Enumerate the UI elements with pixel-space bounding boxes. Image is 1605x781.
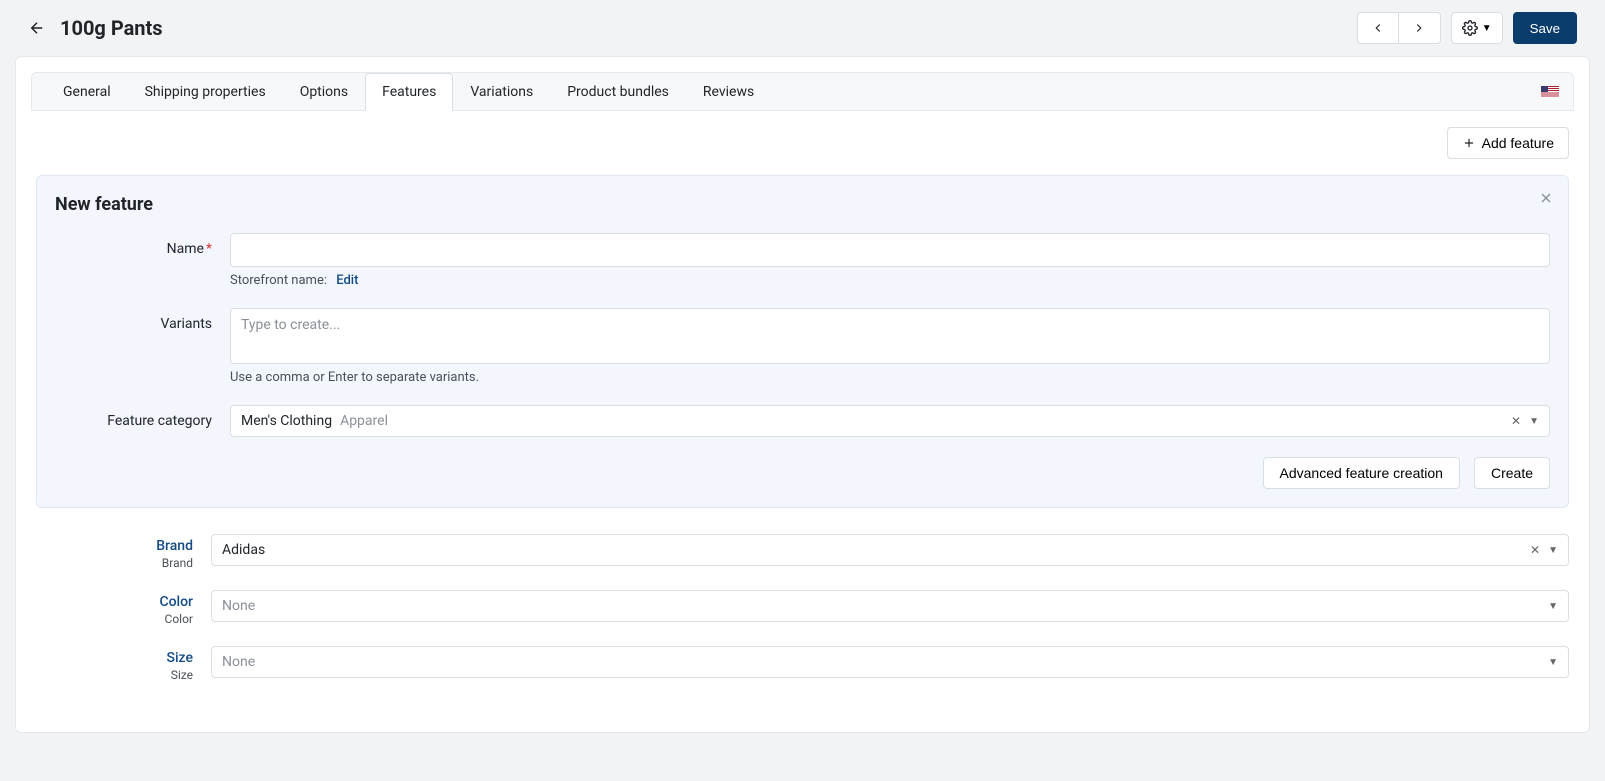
main-card: GeneralShipping propertiesOptionsFeature… [15,56,1590,733]
back-button[interactable] [28,19,46,37]
feature-select-color[interactable]: None ▼ [211,590,1569,622]
feature-row-brand: Brand Brand Adidas ✕ ▼ [36,534,1569,570]
plus-icon [1462,136,1476,150]
chevron-right-icon [1412,21,1426,35]
feature-row-color: Color Color None ▼ [36,590,1569,626]
next-button[interactable] [1399,12,1441,44]
close-icon [1538,190,1554,206]
feature-row-size: Size Size None ▼ [36,646,1569,682]
tabs-container: GeneralShipping propertiesOptionsFeature… [46,73,771,110]
feature-select-brand[interactable]: Adidas ✕ ▼ [211,534,1569,566]
panel-title: New feature [55,194,1550,215]
page-header: 100g Pants ▼ Save [0,0,1605,56]
feature-label-link-size[interactable]: Size [36,650,193,666]
clear-category-icon[interactable]: ✕ [1511,414,1521,428]
gear-icon [1462,20,1478,36]
close-panel-button[interactable] [1538,190,1554,210]
clear-value-icon[interactable]: ✕ [1530,543,1540,557]
category-value: Men's Clothing [241,413,332,429]
feature-label-sub: Brand [36,556,193,570]
category-parent: Apparel [340,413,388,429]
variants-label: Variants [55,308,230,332]
name-input[interactable] [230,233,1550,267]
arrow-left-icon [28,19,46,37]
chevron-down-icon: ▼ [1529,416,1539,427]
add-feature-button[interactable]: Add feature [1447,127,1569,159]
tab-general[interactable]: General [46,73,128,111]
features-list: BrandBrandAdidas✕▼ColorColorNone▼SizeSiz… [36,534,1569,682]
name-label: Name* [55,233,230,257]
feature-value: None [222,654,255,670]
caret-down-icon: ▼ [1482,23,1492,34]
feature-value: None [222,598,255,614]
storefront-name-label: Storefront name: [230,273,327,288]
tab-variations[interactable]: Variations [453,73,550,111]
prev-button[interactable] [1357,12,1399,44]
new-feature-panel: New feature Name* Storefront name: Edit … [36,175,1569,508]
tab-features[interactable]: Features [365,73,453,111]
feature-select-size[interactable]: None ▼ [211,646,1569,678]
tab-product-bundles[interactable]: Product bundles [550,73,686,111]
feature-label-sub: Size [36,668,193,682]
create-button[interactable]: Create [1474,457,1550,489]
advanced-feature-creation-button[interactable]: Advanced feature creation [1263,457,1460,489]
feature-label-sub: Color [36,612,193,626]
save-button[interactable]: Save [1513,12,1577,44]
edit-storefront-name-link[interactable]: Edit [336,273,358,288]
add-feature-label: Add feature [1482,135,1554,151]
feature-value: Adidas [222,542,265,558]
tab-shipping-properties[interactable]: Shipping properties [128,73,283,111]
feature-category-select[interactable]: Men's Clothing Apparel ✕ ▼ [230,405,1550,437]
nav-prev-next-group [1357,12,1441,44]
feature-label-link-color[interactable]: Color [36,594,193,610]
feature-category-label: Feature category [55,405,230,429]
variants-input[interactable]: Type to create... [230,308,1550,364]
chevron-down-icon: ▼ [1548,601,1558,612]
tab-reviews[interactable]: Reviews [686,73,771,111]
settings-dropdown-button[interactable]: ▼ [1451,12,1503,44]
feature-label-link-brand[interactable]: Brand [36,538,193,554]
variants-hint: Use a comma or Enter to separate variant… [230,370,1550,385]
page-title: 100g Pants [60,16,163,40]
tab-options[interactable]: Options [283,73,365,111]
tabs-row: GeneralShipping propertiesOptionsFeature… [31,72,1574,111]
chevron-down-icon: ▼ [1548,545,1558,556]
chevron-left-icon [1371,21,1385,35]
chevron-down-icon: ▼ [1548,657,1558,668]
language-flag-us[interactable] [1541,86,1559,98]
